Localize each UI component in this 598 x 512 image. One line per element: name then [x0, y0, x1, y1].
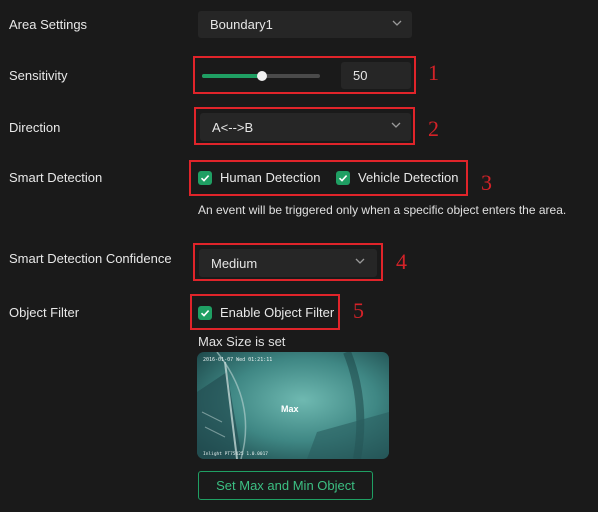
marker-1: 1: [428, 60, 439, 85]
preview-max-label: Max: [281, 404, 299, 414]
smart-detection-label: Smart Detection: [9, 170, 103, 185]
highlight-box-3: [189, 160, 468, 196]
marker-2: 2: [428, 116, 439, 141]
camera-preview[interactable]: 2016-01-07 Wed 01:21:11 Max Inlight PT75…: [197, 352, 389, 459]
highlight-box-2: [194, 107, 415, 145]
camera-preview-image: 2016-01-07 Wed 01:21:11 Max Inlight PT75…: [197, 352, 389, 459]
chevron-down-icon: [392, 18, 402, 28]
marker-5: 5: [353, 298, 364, 323]
confidence-label: Smart Detection Confidence: [9, 251, 172, 266]
area-settings-value: Boundary1: [210, 17, 273, 32]
area-settings-select[interactable]: Boundary1: [198, 11, 412, 38]
set-max-min-object-button[interactable]: Set Max and Min Object: [198, 471, 373, 500]
preview-caption: Inlight PT75425 1.0.0017: [203, 451, 268, 457]
preview-timestamp: 2016-01-07 Wed 01:21:11: [203, 357, 272, 363]
area-settings-label: Area Settings: [9, 17, 88, 32]
highlight-box-1: [193, 56, 416, 94]
object-filter-status: Max Size is set: [198, 334, 286, 349]
highlight-box-4: [193, 243, 383, 281]
sensitivity-label: Sensitivity: [9, 68, 68, 83]
direction-label: Direction: [9, 120, 61, 135]
smart-detection-note: An event will be triggered only when a s…: [198, 203, 567, 217]
marker-4: 4: [396, 249, 407, 274]
marker-3: 3: [481, 170, 492, 195]
highlight-box-5: [190, 294, 340, 330]
object-filter-label: Object Filter: [9, 305, 80, 320]
